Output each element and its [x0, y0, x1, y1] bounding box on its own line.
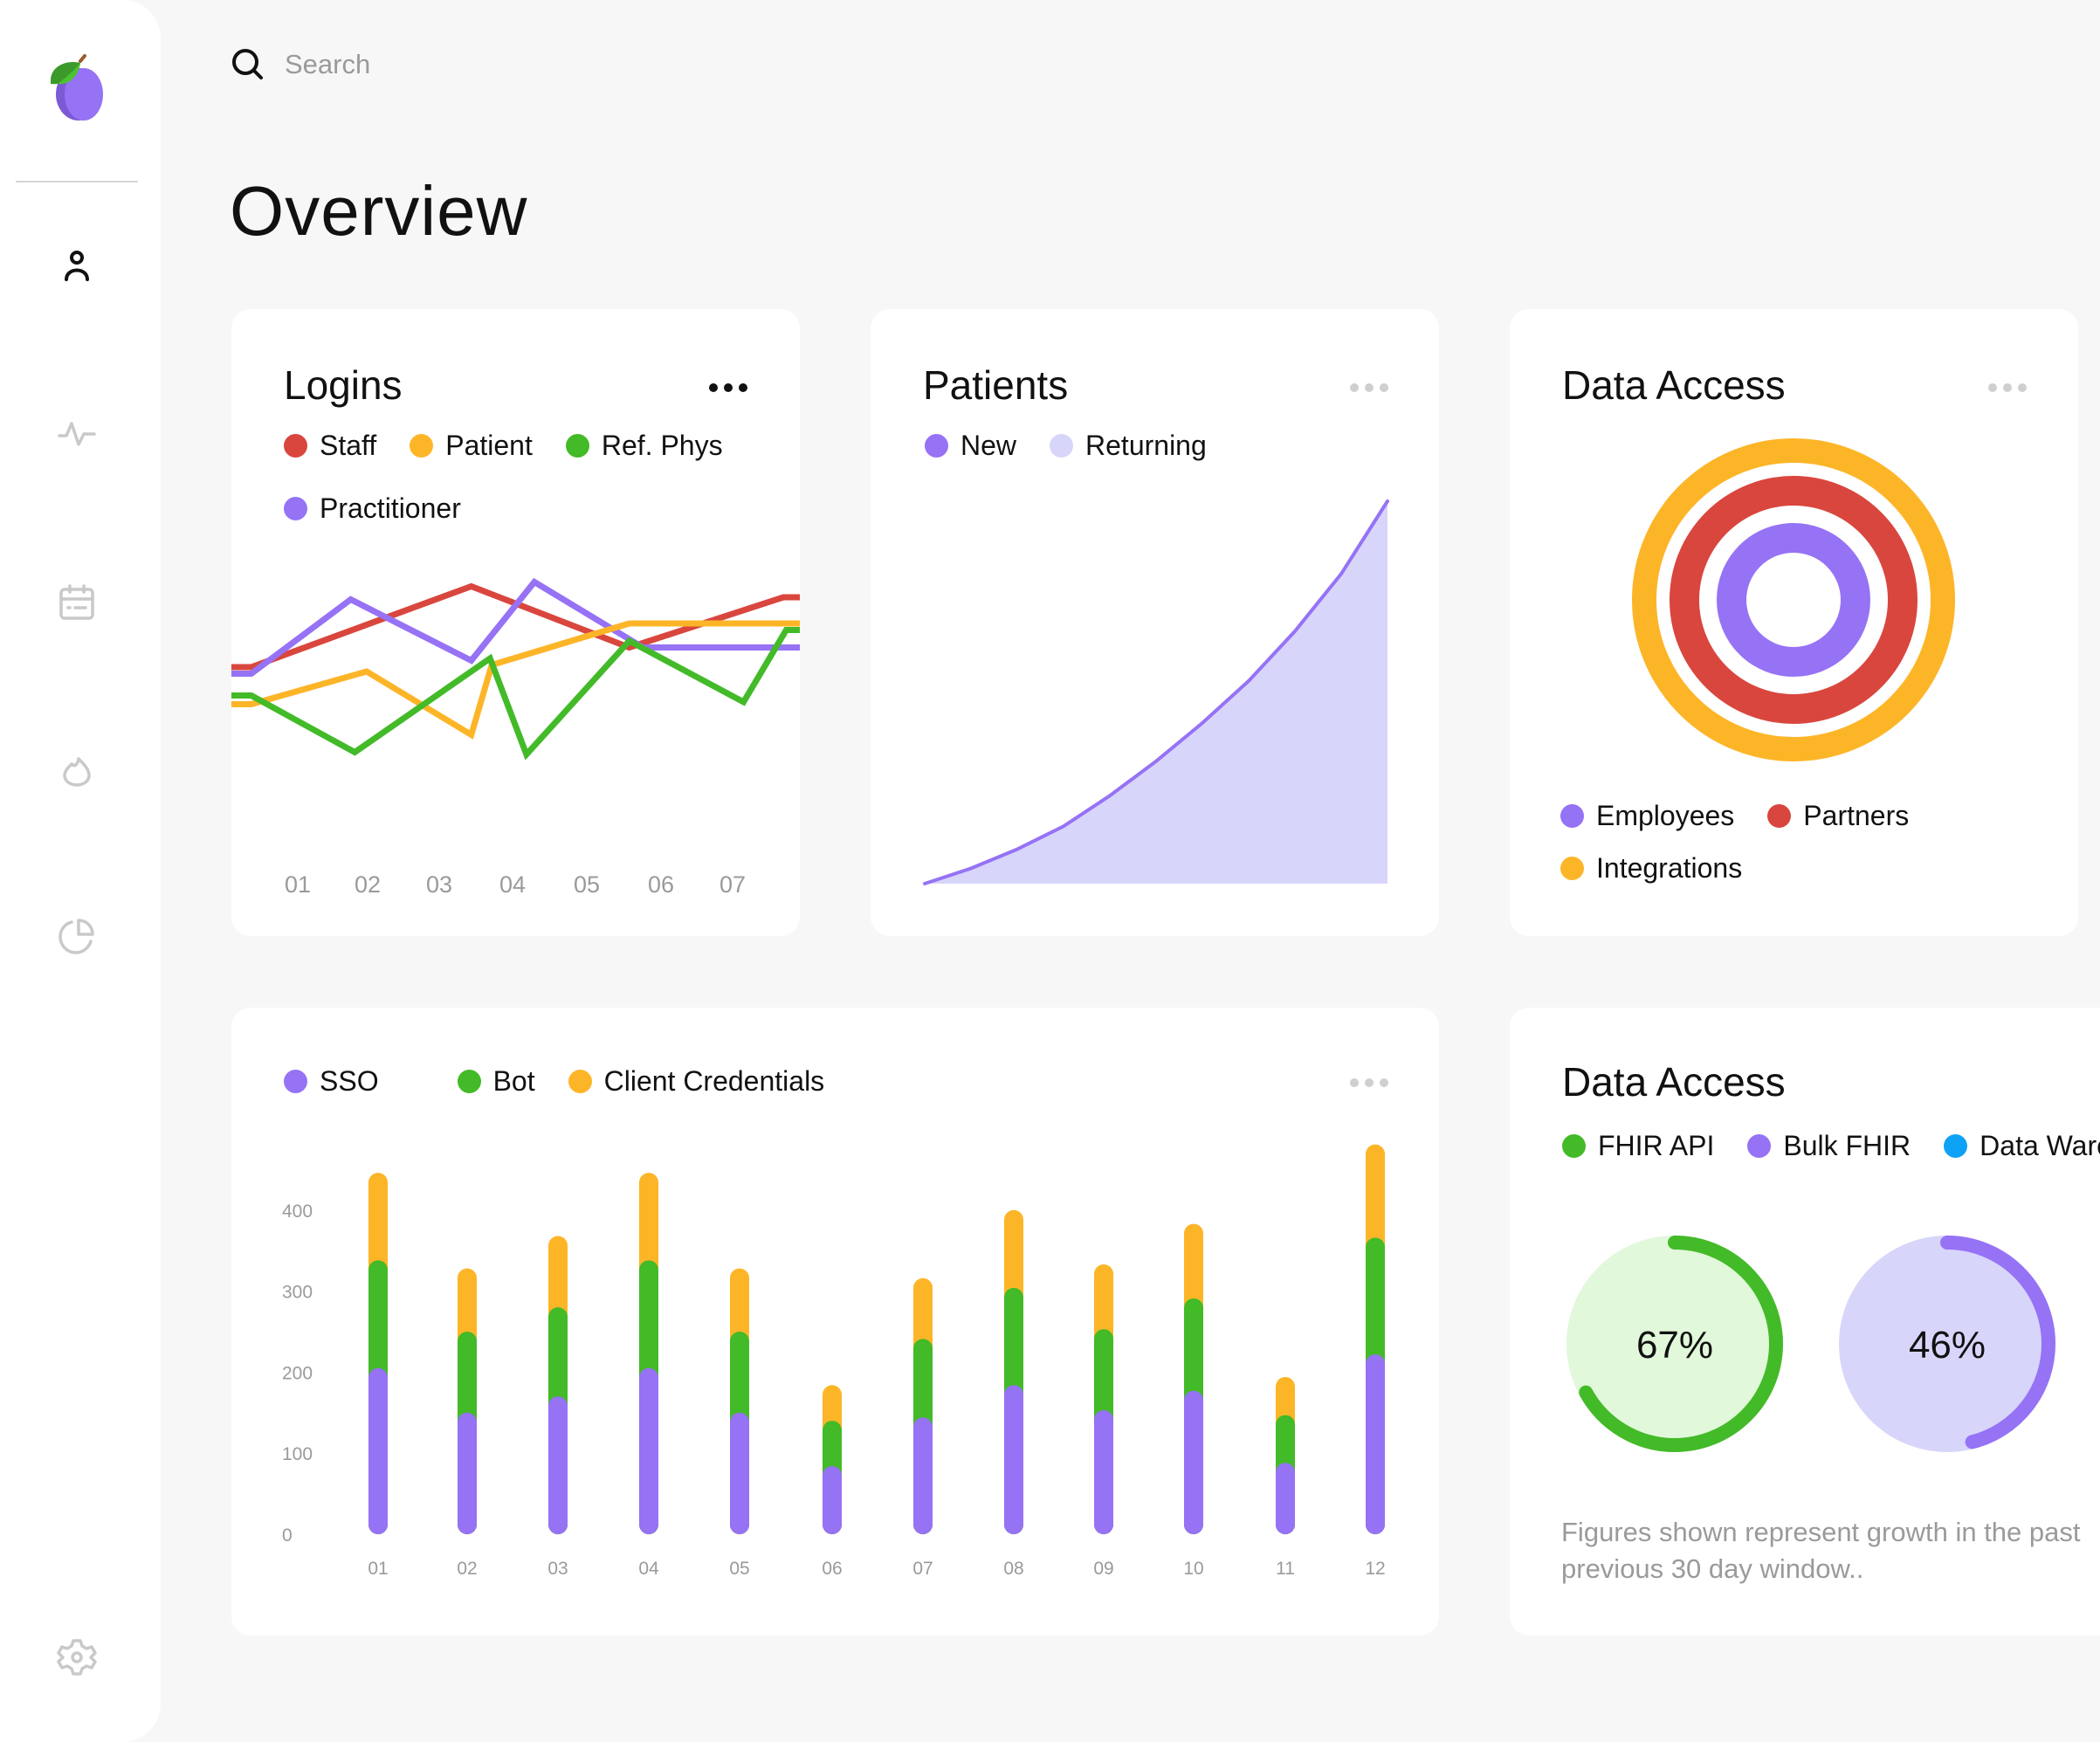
legend-item-employees[interactable]: Employees [1560, 798, 1734, 833]
bar-segment-sso [639, 1367, 658, 1535]
legend-label: Partners [1803, 799, 1910, 831]
x-tick-label: 07 [720, 871, 746, 898]
sidebar-item-trending[interactable] [56, 748, 98, 790]
legend-item-partners[interactable]: Partners [1767, 798, 1909, 833]
bar-segment-sso [548, 1396, 568, 1535]
patients-card: Patients New Returning [871, 309, 1439, 936]
page-title: Overview [230, 172, 528, 250]
sidebar [0, 0, 161, 1742]
legend-dot [1560, 803, 1584, 828]
bar-segment-sso [1094, 1410, 1113, 1535]
gauge-value-label: 46% [1909, 1324, 1986, 1367]
footnote-line-2: previous 30 day window.. [1561, 1553, 1864, 1584]
legend-dot [1560, 856, 1584, 880]
auth-methods-card: SSO Bot Client Credentials 0 100 200 300 400… [231, 1008, 1439, 1635]
search-icon[interactable] [229, 45, 267, 84]
footnote: Figures shown represent growth in the pa… [1561, 1514, 2100, 1587]
legend-dot [1767, 803, 1792, 828]
legend-label: Integrations [1596, 851, 1743, 884]
sidebar-item-calendar[interactable] [56, 582, 98, 623]
x-tick-label: 03 [547, 1559, 568, 1579]
bar-segment-sso [1366, 1353, 1385, 1535]
sidebar-item-reports[interactable] [56, 915, 98, 957]
bar-segment-sso [1184, 1390, 1203, 1535]
legend-item-integrations[interactable]: Integrations [1560, 850, 1742, 885]
x-tick-label: 07 [912, 1559, 933, 1579]
y-tick-label: 400 [282, 1201, 313, 1222]
bar-segment-sso [730, 1412, 749, 1535]
calendar-icon [59, 584, 94, 620]
bar-segment-sso [1004, 1385, 1023, 1535]
bar-segment-sso [823, 1466, 842, 1535]
logins-line-chart: 01 02 03 04 05 06 07 [231, 577, 800, 898]
x-tick-label: 01 [368, 1559, 388, 1579]
x-tick-label: 02 [355, 871, 381, 898]
user-icon [65, 251, 89, 281]
flame-icon [63, 757, 91, 787]
x-tick-label: 06 [822, 1559, 842, 1579]
x-tick-label: 12 [1365, 1559, 1385, 1579]
x-tick-label: 10 [1183, 1559, 1203, 1579]
activity-icon [58, 422, 96, 446]
area-fill-returning [925, 501, 1387, 884]
auth-methods-bar-chart: 0 100 200 300 400 01 02 03 04 05 06 07 08 09 10 11 12 [282, 1144, 1386, 1579]
data-access-rings-legend: Employees Partners Integrations [1560, 798, 1997, 885]
bar-segment-sso [458, 1412, 477, 1535]
ring-employees [1717, 523, 1870, 677]
gauge-value-label: 67% [1636, 1324, 1713, 1367]
bar-segment-sso [913, 1417, 933, 1535]
sidebar-item-settings[interactable] [56, 1636, 98, 1678]
bar-segment-sso [368, 1367, 388, 1535]
x-tick-label: 04 [638, 1559, 659, 1579]
y-tick-label: 100 [282, 1444, 313, 1464]
gear-icon [57, 1639, 97, 1676]
sidebar-item-activity[interactable] [56, 413, 98, 455]
y-tick-label: 0 [282, 1525, 293, 1546]
x-tick-label: 04 [499, 871, 526, 898]
bar-segment-sso [1276, 1463, 1295, 1535]
x-tick-label: 05 [574, 871, 600, 898]
y-tick-label: 200 [282, 1363, 313, 1383]
x-tick-label: 03 [426, 871, 452, 898]
x-tick-label: 02 [457, 1559, 477, 1579]
x-tick-label: 11 [1276, 1559, 1295, 1579]
search-bar[interactable] [229, 40, 665, 89]
patients-area-chart [923, 499, 1389, 885]
logins-card: Logins Staff Patient Ref. Phys Practitio… [231, 309, 800, 936]
data-access-gauges-card: Data Access FHIR API Bulk FHIR Data Ware… [1510, 1008, 2100, 1635]
plum-logo-icon[interactable] [45, 54, 112, 124]
sidebar-item-users[interactable] [56, 244, 98, 286]
footnote-line-1: Figures shown represent growth in the pa… [1561, 1517, 2081, 1547]
pie-chart-icon [59, 919, 94, 954]
legend-label: Employees [1596, 799, 1735, 831]
x-tick-label: 09 [1093, 1559, 1113, 1579]
x-tick-label: 06 [648, 871, 674, 898]
x-tick-label: 01 [285, 871, 311, 898]
search-input[interactable] [285, 49, 634, 80]
sidebar-divider [16, 181, 138, 182]
data-access-rings-card: Data Access Employees Partners Integrati… [1510, 309, 2078, 936]
y-tick-label: 300 [282, 1283, 313, 1303]
x-tick-label: 08 [1003, 1559, 1023, 1579]
x-tick-label: 05 [729, 1559, 749, 1579]
